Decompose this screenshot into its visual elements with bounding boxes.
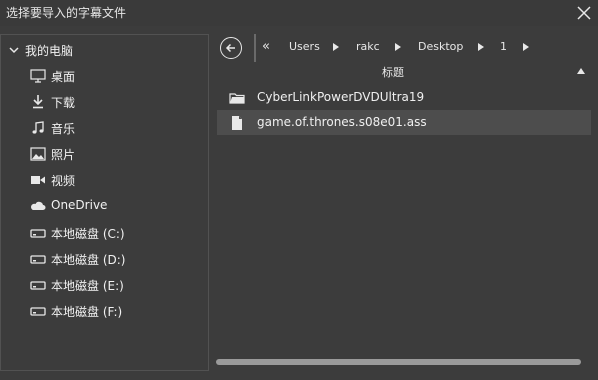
sidebar-item-music[interactable]: 音乐 (1, 116, 208, 140)
sidebar-item-drive-e[interactable]: 本地磁盘 (E:) (1, 273, 208, 297)
sidebar-item-label: 下载 (51, 96, 76, 110)
chevron-down-icon (9, 47, 19, 54)
sidebar-item-label: 本地磁盘 (D:) (51, 253, 126, 267)
sidebar-item-label: 视频 (51, 174, 76, 188)
music-icon (32, 121, 44, 134)
title-bar: 选择要导入的字幕文件 (0, 0, 598, 26)
sidebar-item-drive-f[interactable]: 本地磁盘 (F:) (1, 299, 208, 323)
sidebar-item-label: OneDrive (51, 198, 108, 212)
video-icon (31, 176, 45, 184)
file-name: CyberLinkPowerDVDUltra19 (257, 90, 425, 104)
sidebar-item-videos[interactable]: 视频 (1, 168, 208, 192)
column-header-title[interactable]: 标题 (211, 63, 598, 81)
breadcrumb-overflow-button[interactable]: « (262, 39, 270, 54)
sidebar-item-desktop[interactable]: 桌面 (1, 64, 208, 88)
sidebar-item-onedrive[interactable]: OneDrive (1, 194, 208, 218)
sort-ascending-icon (577, 68, 585, 74)
sidebar-tree: 我的电脑 桌面 下载 音乐 照片 视频 OneDrive 本地磁盘 (C:) 本… (0, 34, 209, 371)
sidebar-item-label: 本地磁盘 (C:) (51, 227, 125, 241)
desktop-icon (30, 69, 46, 83)
breadcrumb-separator-icon (395, 43, 401, 51)
nav-divider (254, 34, 256, 62)
sidebar-item-label: 本地磁盘 (F:) (51, 305, 123, 319)
breadcrumb-1[interactable]: 1 (500, 40, 507, 53)
breadcrumb-separator-icon (523, 43, 529, 51)
file-name: game.of.thrones.s08e01.ass (257, 115, 427, 129)
drive-icon (30, 281, 46, 290)
sidebar-item-drive-d[interactable]: 本地磁盘 (D:) (1, 247, 208, 271)
folder-icon (229, 93, 245, 104)
window-title: 选择要导入的字幕文件 (6, 6, 127, 20)
breadcrumb-rakc[interactable]: rakc (356, 40, 380, 53)
photo-icon (30, 147, 46, 161)
sidebar-item-label: 桌面 (51, 70, 76, 84)
sidebar-item-photos[interactable]: 照片 (1, 142, 208, 166)
sidebar-item-downloads[interactable]: 下载 (1, 90, 208, 114)
sidebar-item-drive-c[interactable]: 本地磁盘 (C:) (1, 221, 208, 245)
sidebar-item-label: 音乐 (51, 122, 76, 136)
sidebar-item-my-computer[interactable]: 我的电脑 (1, 38, 208, 62)
sidebar-item-label: 本地磁盘 (E:) (51, 279, 124, 293)
drive-icon (30, 255, 46, 264)
back-button[interactable] (220, 37, 242, 59)
close-icon (577, 6, 591, 20)
arrow-left-icon (225, 43, 235, 53)
close-button[interactable] (572, 1, 596, 25)
breadcrumb-users[interactable]: Users (289, 40, 320, 53)
horizontal-scrollbar[interactable] (216, 359, 581, 365)
cloud-icon (31, 201, 46, 210)
file-list-item[interactable]: CyberLinkPowerDVDUltra19 (217, 85, 591, 110)
sidebar-item-label: 我的电脑 (25, 44, 74, 58)
file-icon (232, 116, 242, 130)
column-header-label: 标题 (382, 66, 404, 79)
breadcrumb-separator-icon (478, 43, 484, 51)
drive-icon (30, 307, 46, 316)
sidebar-item-label: 照片 (51, 148, 76, 162)
breadcrumb-desktop[interactable]: Desktop (418, 40, 463, 53)
breadcrumb-separator-icon (333, 43, 339, 51)
file-pane: « Users rakc Desktop 1 标题 CyberLinkPower… (211, 34, 598, 380)
drive-icon (30, 229, 46, 238)
download-icon (33, 95, 43, 109)
file-list-item[interactable]: game.of.thrones.s08e01.ass (217, 110, 591, 135)
